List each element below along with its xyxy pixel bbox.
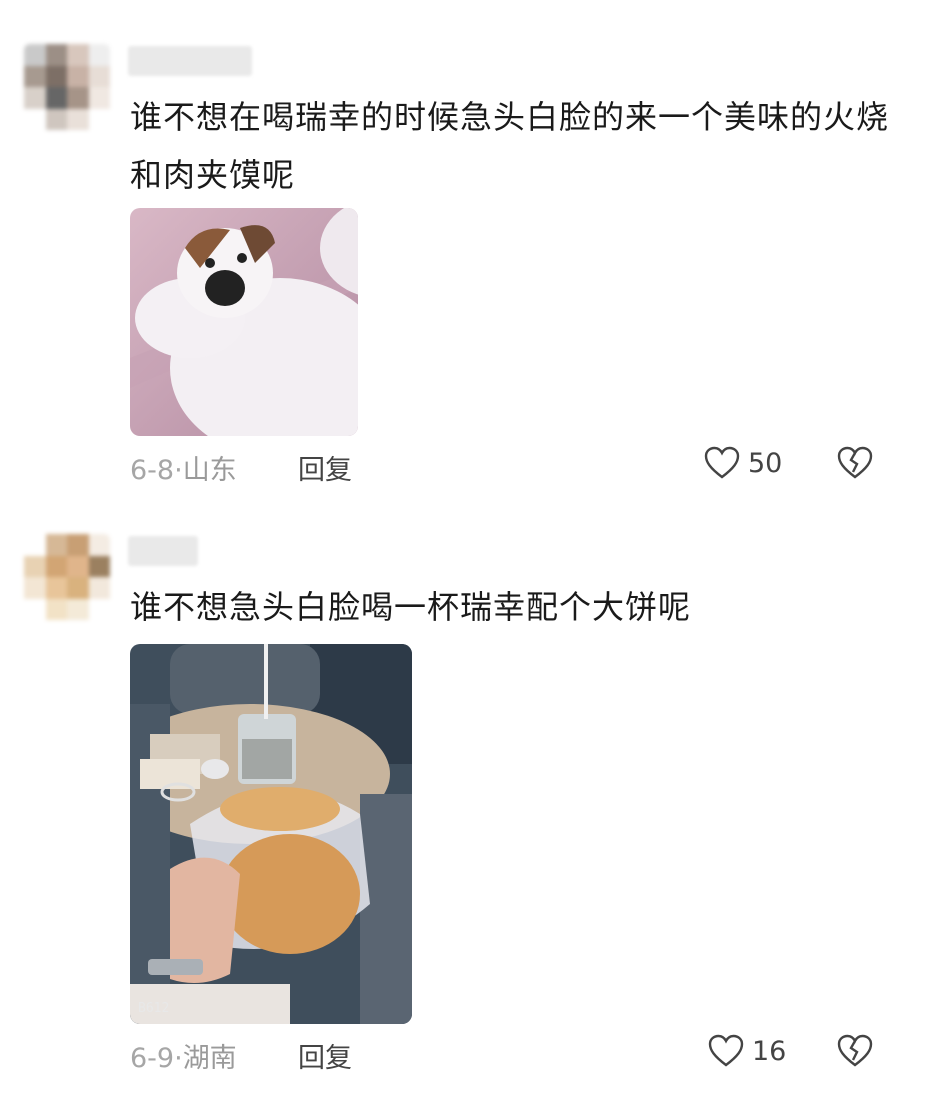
dislike-button[interactable] [836, 1034, 874, 1068]
comment-location: 湖南 [182, 1043, 237, 1074]
comment-location: 山东 [182, 455, 237, 486]
comment-date: 6-9· [130, 1043, 183, 1074]
comment-text: 谁不想急头白脸喝一杯瑞幸配个大饼呢 [130, 588, 692, 626]
reply-button[interactable]: 回复 [298, 448, 352, 487]
comment-text: 谁不想在喝瑞幸的时候急头白脸的来一个美味的火烧和肉夹馍呢 [130, 98, 890, 194]
watermark-text: B612 [138, 1001, 170, 1016]
coffee-and-flatbread-photo-icon[interactable]: B612 [130, 644, 412, 1024]
broken-heart-icon [836, 446, 874, 480]
heart-icon [704, 446, 740, 480]
avatar[interactable] [24, 534, 110, 620]
avatar[interactable] [24, 44, 110, 130]
username[interactable] [128, 536, 198, 566]
comment-meta: 6-8·山东 [130, 448, 237, 487]
dog-lying-meme-icon[interactable] [130, 208, 358, 436]
comment-meta: 6-9·湖南 [130, 1036, 237, 1075]
reply-button[interactable]: 回复 [298, 1036, 352, 1075]
like-count: 50 [748, 447, 783, 479]
comment-date: 6-8· [130, 455, 183, 486]
username[interactable] [128, 46, 252, 76]
like-button[interactable]: 50 [704, 446, 782, 480]
broken-heart-icon [836, 1034, 874, 1068]
heart-icon [708, 1034, 744, 1068]
like-count: 16 [752, 1035, 787, 1067]
dislike-button[interactable] [836, 446, 874, 480]
like-button[interactable]: 16 [708, 1034, 786, 1068]
